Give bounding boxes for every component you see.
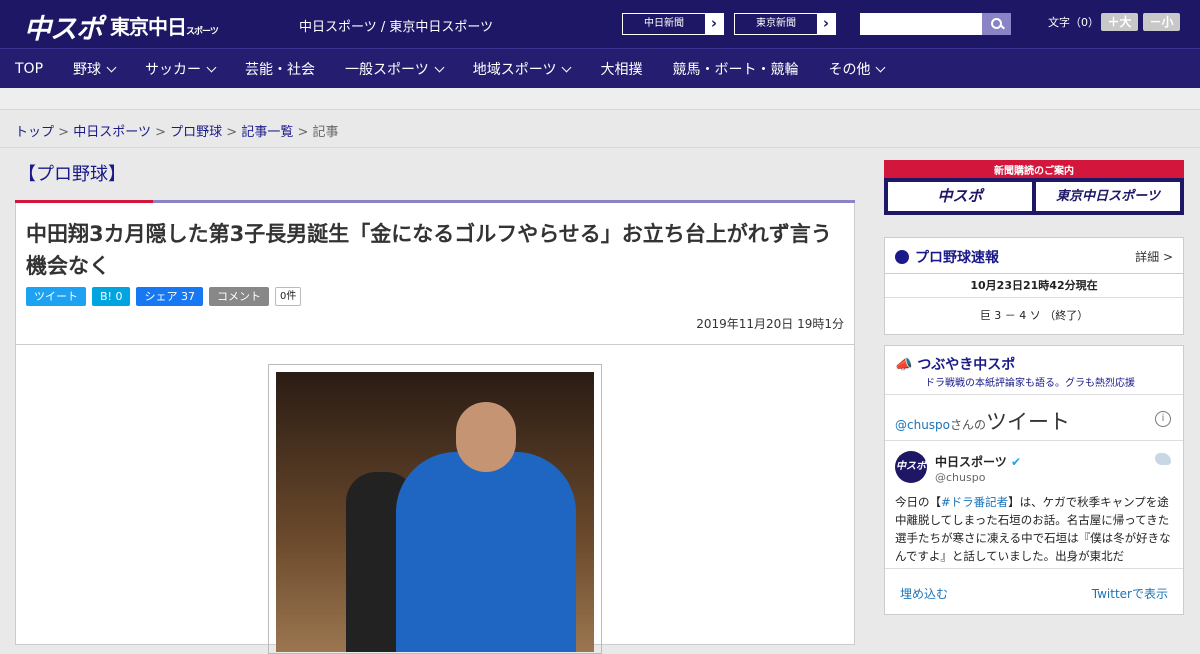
scores-title: プロ野球速報 [915,250,999,266]
breadcrumb-sep: > [226,125,238,140]
tweet-author-handle[interactable]: @chuspo [935,471,985,484]
tokyo-logo-sub: スポーツ [186,27,219,37]
hatena-button[interactable]: B! 0 [92,287,131,306]
nav-racing[interactable]: 競馬・ボート・競輪 [657,59,813,79]
breadcrumb-current: 記事 [312,125,339,140]
article-header: 中田翔3カ月隠した第3子長男誕生「金になるゴルフやらせる」お立ち台上がれず言う機… [15,203,855,345]
verified-icon: ✔ [1010,455,1022,469]
font-size-label: 文字（0） [1048,16,1099,29]
tokyo-label: 東京新聞 [735,14,817,34]
tw-title-text: つぶやき中スポ [917,357,1016,373]
tweet-item[interactable]: 中スポ 中日スポーツ ✔ @chuspo 今日の【#ドラ番記者】は、ケガで秋季キ… [885,440,1183,568]
scores-timestamp: 10月23日21時42分現在 [885,274,1183,298]
article-column: 【プロ野球】 中田翔3カ月隠した第3子長男誕生「金になるゴルフやらせる」お立ち台… [15,150,855,654]
chunichi-shimbun-button[interactable]: 中日新聞 › [622,13,724,35]
tweet-hashtag[interactable]: #ドラ番記者 [941,495,1008,509]
category-heading: 【プロ野球】 [18,164,126,185]
breadcrumb-chunichi[interactable]: 中日スポーツ [73,125,151,140]
tw-handle-link[interactable]: @chuspo [895,418,950,432]
tw-handle-suffix: さんの [950,418,987,432]
promo-title: 新聞購読のご案内 [994,166,1074,177]
photo-frame [268,364,602,654]
tweet-text: 今日の【#ドラ番記者】は、ケガで秋季キャンプを途中離脱してしまった石垣のお話。名… [895,493,1171,565]
nav-baseball[interactable]: 野球 [58,59,130,79]
font-increase-button[interactable]: ＋大 [1101,13,1138,31]
search-icon[interactable] [982,13,1011,35]
breadcrumb-top[interactable]: トップ [15,125,54,140]
nav-top[interactable]: TOP [0,61,58,77]
facebook-share-button[interactable]: シェア 37 [136,287,203,306]
tokyo-chunichi-logo[interactable]: 東京中日スポーツ [110,11,219,40]
sidebar: 新聞購読のご案内 中スポ 東京中日スポーツ プロ野球速報 詳細 > 10月23日2… [884,160,1184,615]
tw-widget-header: 📣 つぶやき中スポ ドラ戦戦の本紙評論家も語る。グラも熱烈応援 [885,346,1183,394]
tokyo-shimbun-button[interactable]: 東京新聞 › [734,13,836,35]
breadcrumb-sep: > [155,125,166,140]
article-photo[interactable] [276,372,594,652]
top-header: 中スポ 東京中日スポーツ 中日スポーツ / 東京中日スポーツ 中日新聞 › 東京新… [0,0,1200,48]
info-icon[interactable]: i [1155,411,1171,427]
nav-entertainment[interactable]: 芸能・社会 [230,59,330,79]
breadcrumb-pro-baseball[interactable]: プロ野球 [170,125,222,140]
avatar[interactable]: 中スポ [895,451,927,483]
article-title: 中田翔3カ月隠した第3子長男誕生「金になるゴルフやらせる」お立ち台上がれず言う機… [26,222,832,278]
main-nav: TOP 野球 サッカー 芸能・社会 一般スポーツ 地域スポーツ 大相撲 競馬・ボ… [0,48,1200,88]
site-name[interactable]: 中日スポーツ / 東京中日スポーツ [299,16,493,35]
tw-widget-subtitle: ドラ戦戦の本紙評論家も語る。グラも熱烈応援 [925,378,1135,389]
breadcrumb-sep: > [297,125,309,140]
tokyo-logo-text: 東京中日 [110,15,187,39]
tw-widget-footer: 埋め込む Twitterで表示 [885,568,1183,618]
comment-count: 0件 [274,287,302,306]
scores-detail-link[interactable]: 詳細 > [1135,248,1173,265]
font-decrease-button[interactable]: －小 [1143,13,1180,31]
tweet-button[interactable]: ツイート [26,287,86,306]
nav-local-sports[interactable]: 地域スポーツ [458,59,586,79]
chuspo-logo[interactable]: 中スポ [24,7,103,46]
megaphone-icon: 📣 [895,357,913,373]
article-date: 2019年11月20日 19時1分 [696,317,844,331]
breadcrumb-sep: > [58,125,70,140]
twitter-widget: 📣 つぶやき中スポ ドラ戦戦の本紙評論家も語る。グラも熱烈応援 @chuspoさ… [884,345,1184,615]
chunichi-label: 中日新聞 [623,14,705,34]
nav-sumo[interactable]: 大相撲 [585,59,657,79]
breadcrumb-article-list[interactable]: 記事一覧 [241,125,293,140]
view-on-twitter-link[interactable]: Twitterで表示 [1092,585,1168,602]
nav-soccer[interactable]: サッカー [130,59,230,79]
ad-band [0,88,1200,110]
tweet-author-text: 中日スポーツ [935,455,1007,469]
tweet-pre: 今日の【 [895,495,941,509]
chevron-right-icon: › [710,14,718,32]
score-line[interactable]: 巨 3 － 4 ソ （終了） [885,298,1183,334]
subscription-promo[interactable]: 新聞購読のご案内 中スポ 東京中日スポーツ [884,160,1184,215]
photo-player-head [456,402,516,472]
tw-timeline-header: @chuspoさんのツイート i [885,394,1183,440]
nav-general-sports[interactable]: 一般スポーツ [330,59,458,79]
twitter-bird-icon[interactable] [1155,453,1171,465]
photo-area [15,345,855,654]
comment-button[interactable]: コメント [208,287,269,306]
tw-widget-title: 📣 つぶやき中スポ [895,354,1173,374]
scores-box: プロ野球速報 詳細 > 10月23日21時42分現在 巨 3 － 4 ソ （終了） [884,237,1184,335]
search-input[interactable] [860,13,1011,35]
nav-other[interactable]: その他 [813,59,899,79]
tweet-author-name[interactable]: 中日スポーツ ✔ [935,453,1021,470]
baseball-icon [895,250,909,264]
photo-player [396,452,576,652]
breadcrumb: トップ > 中日スポーツ > プロ野球 > 記事一覧 > 記事 [0,110,1200,148]
promo-chuspo[interactable]: 中スポ [888,182,1032,211]
tw-timeline-title: ツイート [986,410,1071,434]
promo-tokyo[interactable]: 東京中日スポーツ [1036,182,1180,211]
share-bar: ツイート B! 0 シェア 37 コメント 0件 [26,287,844,306]
category-rule [15,200,855,203]
scores-header: プロ野球速報 詳細 > [885,238,1183,274]
embed-link[interactable]: 埋め込む [900,585,948,602]
chevron-right-icon: › [822,14,830,32]
